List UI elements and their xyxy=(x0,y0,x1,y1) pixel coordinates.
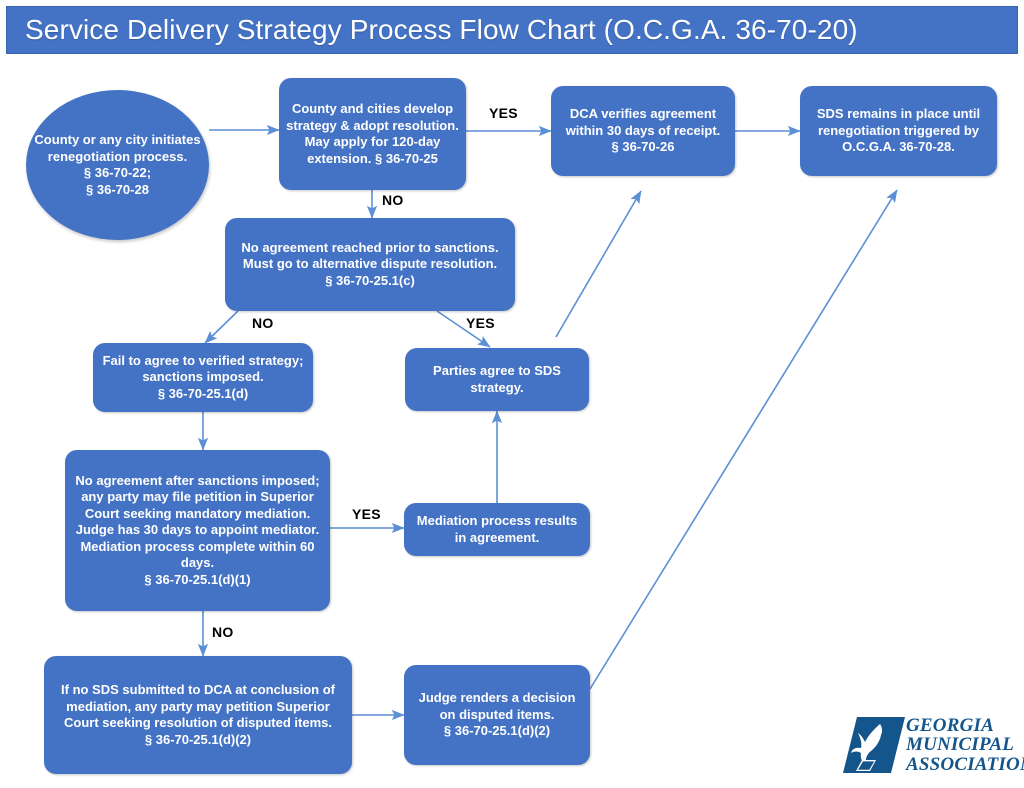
edge-parties-to-dca xyxy=(555,190,642,338)
edge-label-no-develop-sanctions: NO xyxy=(382,192,404,208)
edge-label-yes-petition-mediation: YES xyxy=(352,506,381,522)
node-sds-remains[interactable]: SDS remains in place until renegotiation… xyxy=(800,86,997,176)
node-judge-renders[interactable]: Judge renders a decision on disputed ite… xyxy=(404,665,590,765)
node-develop-strategy[interactable]: County and cities develop strategy & ado… xyxy=(279,78,466,190)
gma-line-association: ASSOCIATION xyxy=(906,753,1024,775)
node-dca-verifies[interactable]: DCA verifies agreement within 30 days of… xyxy=(551,86,735,176)
gma-line-georgia: GEORGIA xyxy=(906,714,994,736)
page-title: Service Delivery Strategy Process Flow C… xyxy=(25,14,858,45)
edge-judge-to-sds xyxy=(589,189,898,690)
flame-torch-mark xyxy=(843,717,905,773)
edge-label-no-sanctions-fail: NO xyxy=(252,315,274,331)
gma-wordmark: GEORGIA MUNICIPAL ASSOCIATION xyxy=(906,716,1024,775)
node-no-sds-submitted[interactable]: If no SDS submitted to DCA at conclusion… xyxy=(44,656,352,774)
edge-label-no-petition-nosds: NO xyxy=(212,624,234,640)
edge-label-yes-develop-dca: YES xyxy=(489,105,518,121)
edge-label-yes-sanctions-parties: YES xyxy=(466,315,495,331)
node-start[interactable]: County or any city initiates renegotiati… xyxy=(26,90,209,240)
gma-logo: GEORGIA MUNICIPAL ASSOCIATION xyxy=(843,709,1024,781)
node-parties-agree[interactable]: Parties agree to SDS strategy. xyxy=(405,348,589,411)
node-petition-mediation[interactable]: No agreement after sanctions imposed; an… xyxy=(65,450,330,611)
node-mediation-agreement[interactable]: Mediation process results in agreement. xyxy=(404,503,590,556)
node-fail-to-agree[interactable]: Fail to agree to verified strategy; sanc… xyxy=(93,343,313,412)
page-title-banner: Service Delivery Strategy Process Flow C… xyxy=(6,6,1018,54)
flowchart-page: Service Delivery Strategy Process Flow C… xyxy=(0,0,1024,788)
edge-sanctions-to-fail xyxy=(204,310,239,344)
node-no-agreement-sanctions[interactable]: No agreement reached prior to sanctions.… xyxy=(225,218,515,311)
gma-line-municipal: MUNICIPAL xyxy=(906,734,1015,756)
